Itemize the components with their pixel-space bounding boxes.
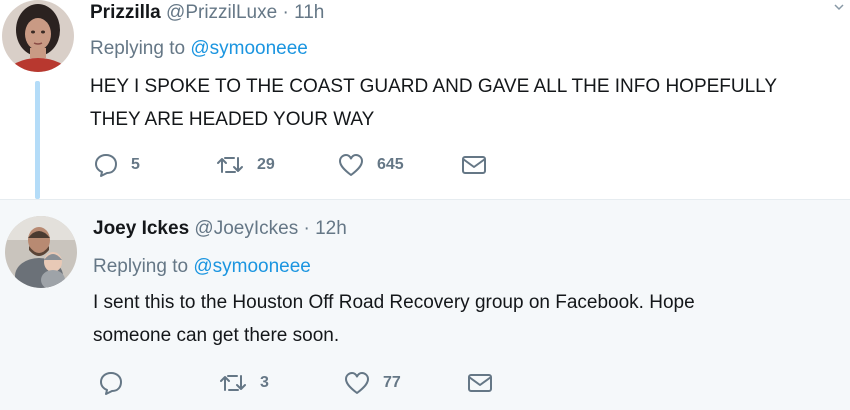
tweet-header: Joey Ickes @JoeyIckes · 12h: [93, 218, 347, 240]
replying-to: Replying to @symooneee: [93, 256, 311, 278]
envelope-icon: [468, 374, 492, 392]
mention-link[interactable]: @symooneee: [190, 38, 308, 59]
envelope-icon: [462, 156, 486, 174]
reply-icon: [100, 372, 122, 395]
timestamp[interactable]: 11h: [294, 2, 324, 23]
reply-button[interactable]: 5: [93, 150, 140, 180]
display-name[interactable]: Joey Ickes: [93, 218, 189, 239]
tweet-text: I sent this to the Houston Off Road Reco…: [93, 292, 695, 346]
retweet-button[interactable]: 3: [218, 368, 269, 398]
like-count: 77: [383, 374, 401, 391]
user-handle[interactable]: @JoeyIckes: [194, 218, 298, 239]
heart-icon: [339, 154, 363, 176]
action-bar: 5 29 645: [0, 150, 850, 180]
separator-dot: ·: [303, 218, 310, 239]
replying-to: Replying to @symooneee: [90, 38, 308, 60]
tweet-text: HEY I SPOKE TO THE COAST GUARD AND GAVE …: [90, 76, 778, 130]
replying-to-label: Replying to: [93, 256, 189, 277]
dm-button[interactable]: [461, 150, 487, 180]
avatar[interactable]: [2, 0, 74, 72]
reply-count: 5: [131, 156, 140, 173]
retweet-count: 29: [257, 156, 275, 173]
dm-button[interactable]: [467, 368, 493, 398]
mention-link[interactable]: @symooneee: [193, 256, 311, 277]
tweet[interactable]: Joey Ickes @JoeyIckes · 12h Replying to …: [0, 199, 850, 410]
user-handle[interactable]: @PrizzilLuxe: [166, 2, 277, 23]
chevron-down-icon[interactable]: [834, 2, 844, 12]
retweet-icon: [217, 157, 243, 173]
reply-button[interactable]: [98, 368, 136, 398]
heart-icon: [345, 372, 369, 394]
replying-to-label: Replying to: [90, 38, 186, 59]
tweet-header: Prizzilla @PrizzilLuxe · 11h: [90, 2, 324, 24]
tweet[interactable]: Prizzilla @PrizzilLuxe · 11h Replying to…: [0, 0, 850, 199]
separator-dot: ·: [282, 2, 289, 23]
action-bar: 3 77: [0, 368, 850, 398]
retweet-button[interactable]: 29: [215, 150, 275, 180]
retweet-count: 3: [260, 374, 269, 391]
thread-line: [35, 81, 40, 199]
timestamp[interactable]: 12h: [315, 218, 347, 239]
retweet-icon: [220, 375, 246, 391]
like-count: 645: [377, 156, 404, 173]
like-button[interactable]: 77: [343, 368, 401, 398]
like-button[interactable]: 645: [337, 150, 404, 180]
display-name[interactable]: Prizzilla: [90, 2, 161, 23]
avatar[interactable]: [5, 216, 77, 288]
reply-icon: [95, 154, 117, 177]
